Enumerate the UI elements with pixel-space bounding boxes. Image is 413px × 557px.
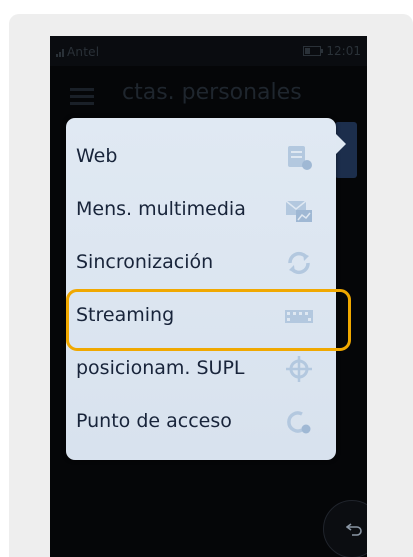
menu-item-sincronizacion[interactable]: Sincronización bbox=[66, 237, 336, 289]
clock: 12:01 bbox=[326, 44, 361, 58]
web-page-icon bbox=[288, 146, 312, 170]
menu-item-label: Sincronización bbox=[76, 251, 214, 273]
menu-item-label: posicionam. SUPL bbox=[76, 357, 245, 379]
menu-item-web[interactable]: Web bbox=[66, 131, 336, 183]
access-point-icon bbox=[287, 411, 311, 434]
battery-icon bbox=[303, 46, 324, 56]
status-right: 12:01 bbox=[303, 44, 361, 58]
signal-strength-icon bbox=[56, 49, 64, 57]
menu-item-label: Punto de acceso bbox=[76, 410, 232, 432]
options-menu-icon[interactable] bbox=[70, 86, 94, 106]
menu-item-label: Mens. multimedia bbox=[76, 198, 246, 220]
menu-item-punto-de-acceso[interactable]: Punto de acceso bbox=[66, 396, 336, 448]
carrier-name: Antel bbox=[67, 45, 100, 59]
sync-icon bbox=[288, 251, 310, 275]
menu-pointer bbox=[336, 134, 346, 154]
back-button[interactable] bbox=[323, 500, 367, 557]
page-title: ctas. personales bbox=[122, 80, 302, 105]
mms-envelope-icon bbox=[285, 200, 312, 222]
streaming-highlight-annotation bbox=[66, 289, 351, 351]
back-arrow-icon bbox=[346, 523, 362, 536]
crosshair-icon bbox=[286, 356, 312, 382]
menu-item-label: Web bbox=[76, 145, 118, 167]
menu-item-mens-multimedia[interactable]: Mens. multimedia bbox=[66, 184, 336, 236]
carrier-indicator: Antel bbox=[56, 45, 99, 59]
status-bar: Antel 12:01 bbox=[50, 36, 367, 66]
app-header: ctas. personales bbox=[50, 74, 367, 114]
